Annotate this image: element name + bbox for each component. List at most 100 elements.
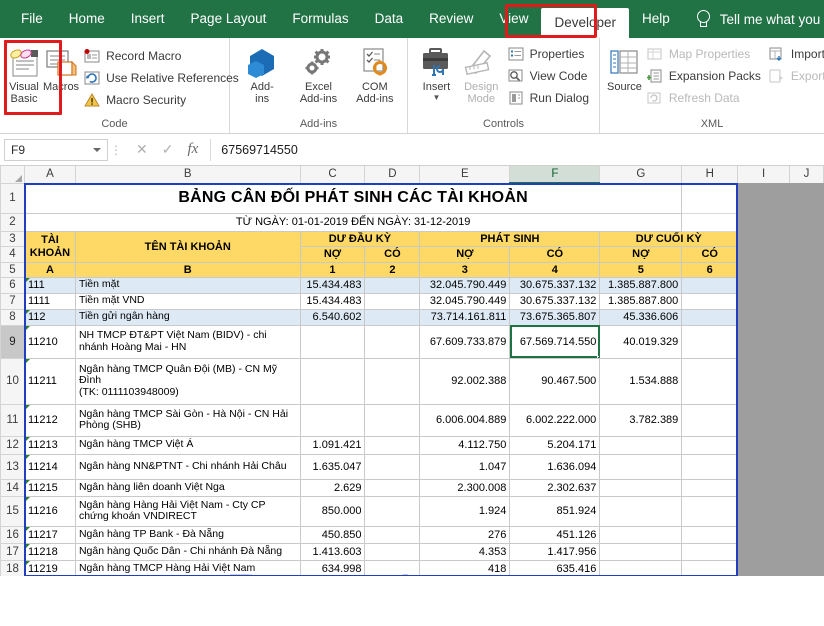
cell-E7[interactable]: 32.045.790.449: [420, 293, 510, 309]
cell-A18[interactable]: 11219: [24, 560, 75, 576]
ribbon-tab-data[interactable]: Data: [362, 0, 417, 38]
cell-G14[interactable]: [600, 479, 682, 496]
cell-D18[interactable]: [365, 560, 420, 576]
cell-G6[interactable]: 1.385.887.800: [600, 277, 682, 293]
name-box-chevron-down-icon[interactable]: [93, 148, 101, 152]
cell-E18[interactable]: 418: [420, 560, 510, 576]
cell-D16[interactable]: [365, 526, 420, 543]
cell-B18[interactable]: Ngân hàng TMCP Hàng Hải Việt Nam: [75, 560, 300, 576]
cell-H6[interactable]: [682, 277, 738, 293]
cell-A7[interactable]: 1111: [24, 293, 75, 309]
cell-G12[interactable]: [600, 436, 682, 454]
cell-F7[interactable]: 30.675.337.132: [510, 293, 600, 309]
row-header-10[interactable]: 10: [1, 358, 25, 404]
visual-basic-button[interactable]: Visual Basic: [6, 43, 42, 105]
view-code-button[interactable]: View Code: [504, 65, 593, 87]
ribbon-tab-insert[interactable]: Insert: [118, 0, 178, 38]
cell-B17[interactable]: Ngân hàng Quốc Dân - Chi nhánh Đà Nẵng: [75, 543, 300, 560]
ribbon-tab-home[interactable]: Home: [56, 0, 118, 38]
cell-F15[interactable]: 851.924: [510, 496, 600, 526]
cell-E8[interactable]: 73.714.161.811: [420, 309, 510, 325]
cell-A9[interactable]: 11210: [24, 325, 75, 358]
column-header-D[interactable]: D: [365, 166, 420, 183]
cell-H16[interactable]: [682, 526, 738, 543]
cell-E9[interactable]: 67.609.733.879: [420, 325, 510, 358]
column-header-F[interactable]: F: [510, 166, 600, 183]
row-header-11[interactable]: 11: [1, 404, 25, 436]
cell-F12[interactable]: 5.204.171: [510, 436, 600, 454]
cell-E11[interactable]: 6.006.004.889: [420, 404, 510, 436]
cell-F18[interactable]: 635.416: [510, 560, 600, 576]
cell-A8[interactable]: 112: [24, 309, 75, 325]
cell-B9[interactable]: NH TMCP ĐT&PT Việt Nam (BIDV) - chi nhán…: [75, 325, 300, 358]
cell-A6[interactable]: 111: [24, 277, 75, 293]
cell-F17[interactable]: 1.417.956: [510, 543, 600, 560]
column-header-I[interactable]: I: [738, 166, 790, 183]
cell-B13[interactable]: Ngân hàng NN&PTNT - Chi nhánh Hải Châu: [75, 454, 300, 479]
tell-me-search[interactable]: Tell me what you want to do: [695, 10, 824, 28]
cell-H1[interactable]: [682, 183, 738, 213]
row-header-4[interactable]: 4: [1, 246, 25, 262]
cancel-icon[interactable]: ✕: [136, 141, 148, 158]
cell-C13[interactable]: 1.635.047: [300, 454, 365, 479]
cell-G7[interactable]: 1.385.887.800: [600, 293, 682, 309]
cell-F8[interactable]: 73.675.365.807: [510, 309, 600, 325]
cell-C6[interactable]: 15.434.483: [300, 277, 365, 293]
row-header-18[interactable]: 18: [1, 560, 25, 576]
properties-button[interactable]: Properties: [504, 43, 593, 65]
cell-D10[interactable]: [365, 358, 420, 404]
excel-addins-button[interactable]: Excel Add-ins: [292, 43, 344, 105]
cell-D6[interactable]: [365, 277, 420, 293]
row-header-3[interactable]: 3: [1, 231, 25, 246]
cell-C17[interactable]: 1.413.603: [300, 543, 365, 560]
cell-D13[interactable]: [365, 454, 420, 479]
row-header-1[interactable]: 1: [1, 183, 25, 213]
cell-H7[interactable]: [682, 293, 738, 309]
cell-A15[interactable]: 11216: [24, 496, 75, 526]
column-header-H[interactable]: H: [682, 166, 738, 183]
cell-A14[interactable]: 11215: [24, 479, 75, 496]
cell-E12[interactable]: 4.112.750: [420, 436, 510, 454]
row-header-15[interactable]: 15: [1, 496, 25, 526]
cell-H11[interactable]: [682, 404, 738, 436]
cell-F9[interactable]: 67.569.714.550: [510, 325, 600, 358]
cell-F14[interactable]: 2.302.637: [510, 479, 600, 496]
row-header-12[interactable]: 12: [1, 436, 25, 454]
cell-G15[interactable]: [600, 496, 682, 526]
com-addins-button[interactable]: COM Add-ins: [349, 43, 401, 105]
cell-A16[interactable]: 11217: [24, 526, 75, 543]
row-header-5[interactable]: 5: [1, 262, 25, 277]
cell-B8[interactable]: Tiền gửi ngân hàng: [75, 309, 300, 325]
cell-F16[interactable]: 451.126: [510, 526, 600, 543]
column-header-J[interactable]: J: [790, 166, 824, 183]
cell-H8[interactable]: [682, 309, 738, 325]
ribbon-tab-developer[interactable]: Developer: [541, 8, 629, 38]
row-header-6[interactable]: 6: [1, 277, 25, 293]
cell-B10[interactable]: Ngân hàng TMCP Quân Đội (MB) - CN Mỹ Đìn…: [75, 358, 300, 404]
cell-C14[interactable]: 2.629: [300, 479, 365, 496]
cell-H9[interactable]: [682, 325, 738, 358]
cell-A17[interactable]: 11218: [24, 543, 75, 560]
cell-H14[interactable]: [682, 479, 738, 496]
ribbon-tab-page-layout[interactable]: Page Layout: [178, 0, 280, 38]
cell-C12[interactable]: 1.091.421: [300, 436, 365, 454]
cell-B6[interactable]: Tiền mặt: [75, 277, 300, 293]
cell-H18[interactable]: [682, 560, 738, 576]
cell-E16[interactable]: 276: [420, 526, 510, 543]
row-header-16[interactable]: 16: [1, 526, 25, 543]
cell-D17[interactable]: [365, 543, 420, 560]
insert-control-button[interactable]: Insert ▼: [414, 43, 459, 102]
row-header-13[interactable]: 13: [1, 454, 25, 479]
cell-E17[interactable]: 4.353: [420, 543, 510, 560]
cell-D14[interactable]: [365, 479, 420, 496]
cell-D12[interactable]: [365, 436, 420, 454]
ribbon-tab-view[interactable]: View: [486, 0, 541, 38]
cell-D7[interactable]: [365, 293, 420, 309]
cell-F10[interactable]: 90.467.500: [510, 358, 600, 404]
source-button[interactable]: Source: [606, 43, 643, 93]
cell-C9[interactable]: [300, 325, 365, 358]
cell-G17[interactable]: [600, 543, 682, 560]
cell-A11[interactable]: 11212: [24, 404, 75, 436]
cell-D15[interactable]: [365, 496, 420, 526]
design-mode-button[interactable]: Design Mode: [459, 43, 504, 105]
